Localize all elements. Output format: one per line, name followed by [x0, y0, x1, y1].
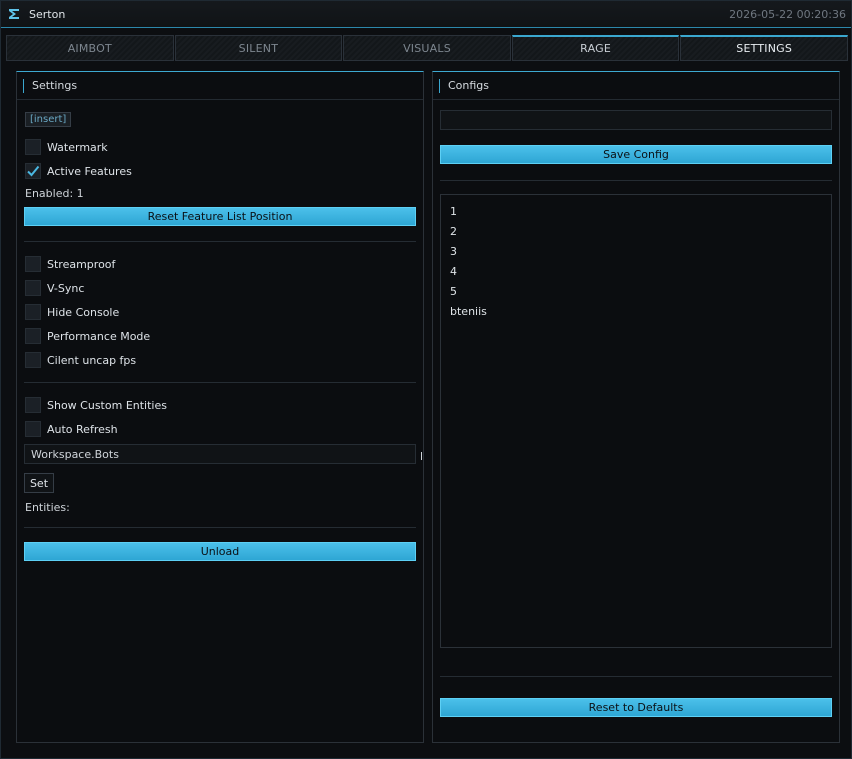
vsync-toggle[interactable]: V-Sync — [25, 280, 84, 296]
divider — [24, 241, 416, 242]
divider — [24, 527, 416, 528]
menu-keybind-button[interactable]: [insert] — [25, 112, 72, 127]
header-accent-bar — [23, 78, 24, 93]
app-title: Serton — [29, 7, 66, 21]
tab-visuals[interactable]: VISUALS — [343, 35, 511, 61]
client-uncap-fps-checkbox[interactable] — [25, 352, 41, 368]
watermark-label: Watermark — [47, 140, 108, 154]
configs-panel-header: Configs — [433, 72, 839, 100]
show-custom-entities-checkbox[interactable] — [25, 397, 41, 413]
watermark-checkbox[interactable] — [25, 139, 41, 155]
auto-refresh-checkbox[interactable] — [25, 421, 41, 437]
set-button[interactable]: Set — [24, 473, 54, 493]
performance-mode-checkbox[interactable] — [25, 328, 41, 344]
timestamp: 2026-05-22 00:20:36 — [729, 8, 846, 21]
save-config-button[interactable]: Save Config — [440, 145, 832, 164]
configs-panel: Configs Save Config 1 2 3 4 5 bteniis Re… — [432, 71, 840, 743]
show-custom-entities-toggle[interactable]: Show Custom Entities — [25, 397, 167, 413]
reset-feature-list-button[interactable]: Reset Feature List Position — [24, 207, 416, 226]
streamproof-toggle[interactable]: Streamproof — [25, 256, 115, 272]
settings-panel-header: Settings — [17, 72, 423, 100]
active-features-checkbox[interactable] — [25, 163, 41, 179]
config-item[interactable]: 5 — [450, 285, 822, 305]
tab-settings[interactable]: SETTINGS — [680, 35, 848, 61]
client-uncap-fps-toggle[interactable]: Cilent uncap fps — [25, 352, 136, 368]
performance-mode-label: Performance Mode — [47, 329, 151, 343]
tab-bar: AIMBOT SILENT VISUALS RAGE SETTINGS — [6, 35, 848, 61]
app-logo-icon — [7, 7, 21, 21]
hide-console-checkbox[interactable] — [25, 304, 41, 320]
configs-panel-title: Configs — [448, 79, 490, 92]
show-custom-entities-label: Show Custom Entities — [47, 398, 167, 412]
tab-aimbot[interactable]: AIMBOT — [6, 35, 174, 61]
header-accent-bar — [439, 78, 440, 93]
unload-button[interactable]: Unload — [24, 542, 416, 561]
enabled-count-text: Enabled: 1 — [25, 187, 84, 200]
hide-console-toggle[interactable]: Hide Console — [25, 304, 119, 320]
config-name-input[interactable] — [440, 110, 832, 130]
hide-console-label: Hide Console — [47, 305, 120, 319]
config-item[interactable]: bteniis — [450, 305, 822, 325]
checkmark-icon — [27, 165, 40, 177]
text-cursor — [421, 452, 422, 460]
auto-refresh-toggle[interactable]: Auto Refresh — [25, 421, 118, 437]
auto-refresh-label: Auto Refresh — [47, 422, 118, 436]
config-item[interactable]: 2 — [450, 225, 822, 245]
config-item[interactable]: 1 — [450, 205, 822, 225]
reset-to-defaults-button[interactable]: Reset to Defaults — [440, 698, 832, 717]
streamproof-label: Streamproof — [47, 257, 116, 271]
performance-mode-toggle[interactable]: Performance Mode — [25, 328, 150, 344]
title-bar: Serton 2026-05-22 00:20:36 — [1, 1, 851, 28]
entity-path-input[interactable]: Workspace.Bots — [24, 444, 416, 464]
divider — [24, 382, 416, 383]
settings-panel-title: Settings — [32, 79, 78, 92]
streamproof-checkbox[interactable] — [25, 256, 41, 272]
vsync-label: V-Sync — [47, 281, 85, 295]
active-features-toggle[interactable]: Active Features — [25, 163, 132, 179]
divider — [440, 180, 832, 181]
settings-panel: Settings [insert] Watermark Active Featu… — [16, 71, 424, 743]
entities-label: Entities: — [25, 501, 70, 514]
active-features-label: Active Features — [47, 164, 132, 178]
client-uncap-fps-label: Cilent uncap fps — [47, 353, 137, 367]
config-list[interactable]: 1 2 3 4 5 bteniis — [440, 194, 832, 648]
config-item[interactable]: 3 — [450, 245, 822, 265]
divider — [440, 676, 832, 677]
tab-silent[interactable]: SILENT — [174, 35, 343, 61]
config-item[interactable]: 4 — [450, 265, 822, 285]
tab-rage[interactable]: RAGE — [511, 35, 680, 61]
main-window: Serton 2026-05-22 00:20:36 AIMBOT SILENT… — [0, 0, 852, 759]
vsync-checkbox[interactable] — [25, 280, 41, 296]
watermark-toggle[interactable]: Watermark — [25, 139, 108, 155]
